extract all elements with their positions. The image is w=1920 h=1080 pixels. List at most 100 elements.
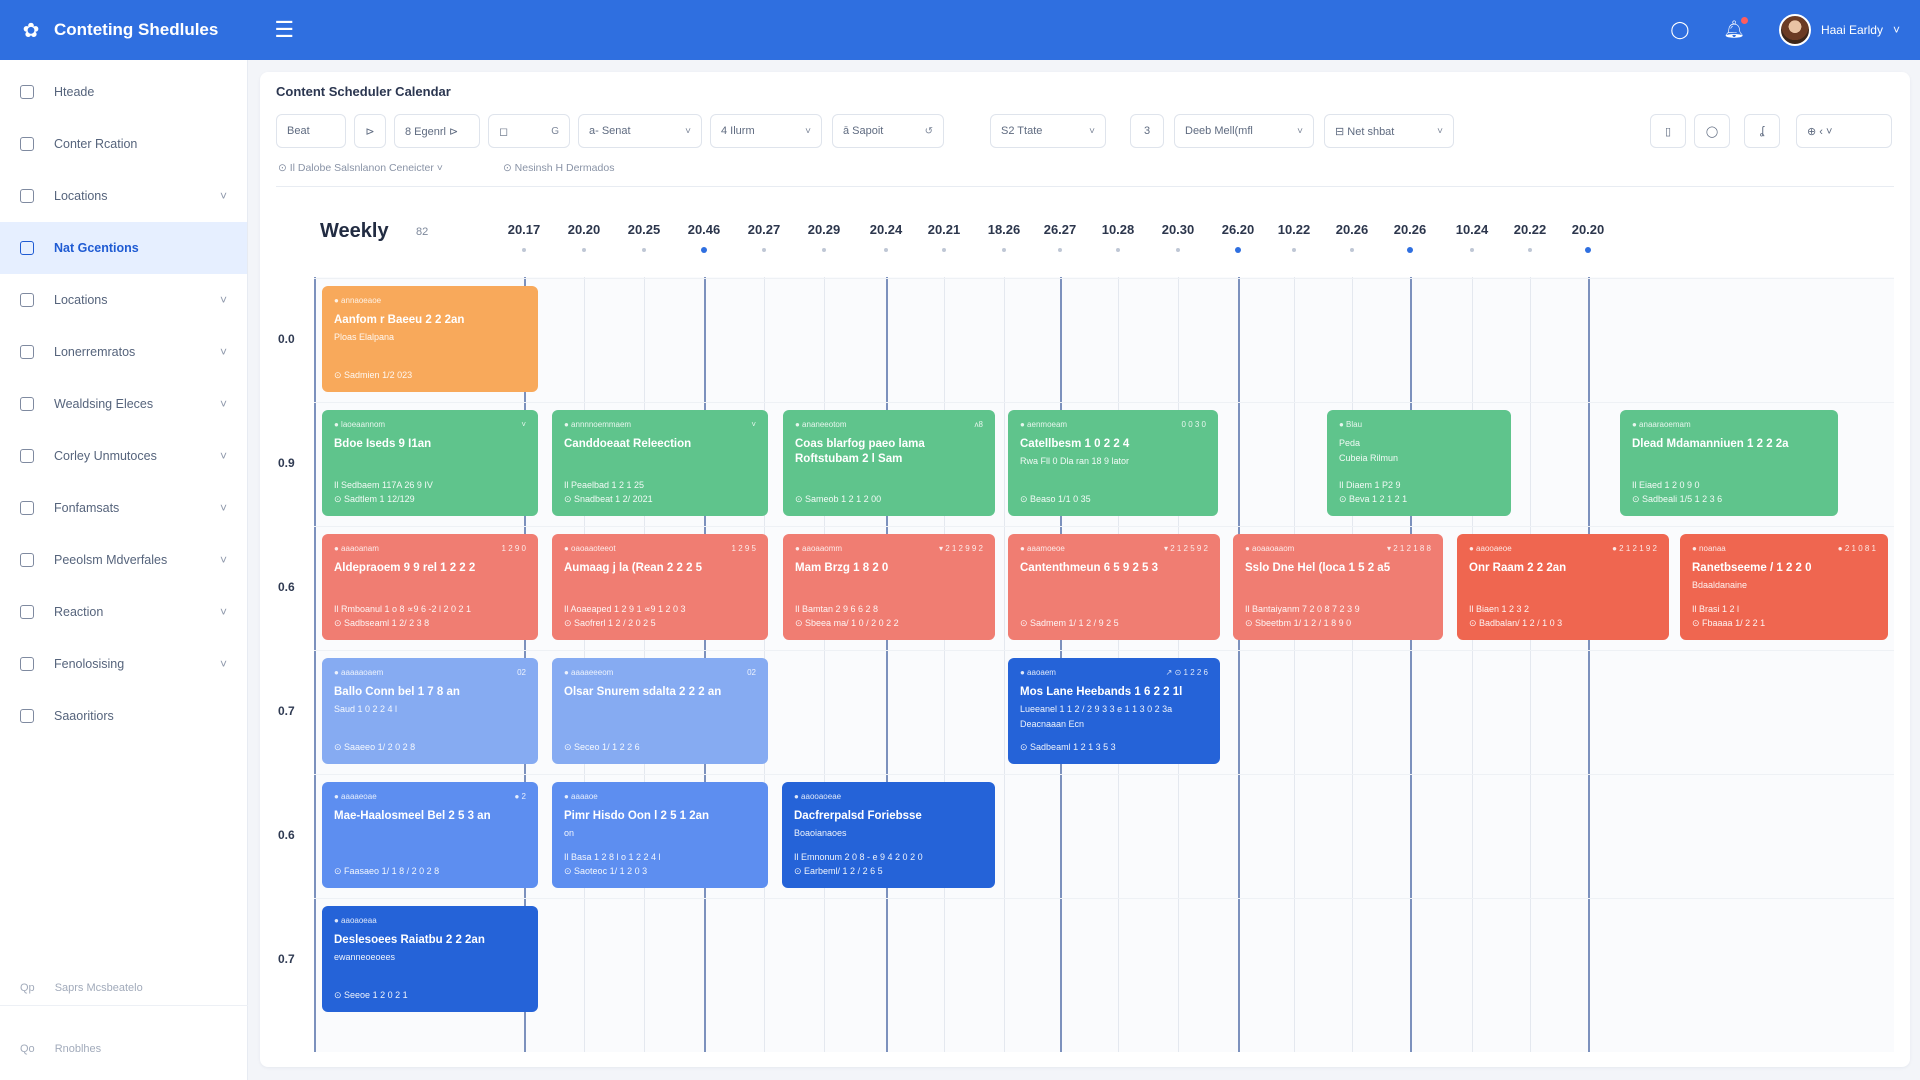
app-logo-icon[interactable]: ✿: [20, 19, 42, 42]
filter-deeb[interactable]: Deeb Mell(mfl ˅: [1174, 114, 1314, 148]
date-header[interactable]: 20.25: [619, 222, 669, 237]
card-meta-2: ⊙ Sadbeaml 1 2 1 3 5 3: [1020, 742, 1116, 752]
filter-net[interactable]: ⊟ Net shbat ˅: [1324, 114, 1454, 148]
event-card[interactable]: ● aaaaaoaem 02 Ballo Conn bel 1 7 8 an Saud…: [322, 658, 538, 764]
date-header[interactable]: 20.26: [1327, 222, 1377, 237]
sidebar-item-icon: [20, 397, 34, 411]
chevron-down-icon[interactable]: ˅: [220, 397, 227, 411]
event-card[interactable]: ● aaooaoeae Dacfrerpalsd Foriebsse Boaoian…: [782, 782, 995, 888]
event-card[interactable]: ● oaoaaoteeot 1 2 9 5 Aumaag j la (Rean 2 …: [552, 534, 768, 640]
event-card[interactable]: ● anaaraoemam Dlead Mdamanniuen 1 2 2 2a I…: [1620, 410, 1838, 516]
sidebar-footer-link-1[interactable]: Qp Saprs Mcsbeatelo: [20, 982, 143, 994]
filter-sapoit[interactable]: ā Sapoit ↺: [832, 114, 944, 148]
filter-play[interactable]: ⊳: [354, 114, 386, 148]
filter-senat[interactable]: a- Senat ˅: [578, 114, 702, 148]
event-card[interactable]: ● aoaaoaaom ▾ 2 1 2 1 8 8 Sslo Dne Hel (lo…: [1233, 534, 1443, 640]
chevron-down-icon[interactable]: ˅: [220, 345, 227, 359]
event-card[interactable]: ● aaamoeoe ▾ 2 1 2 5 9 2 Cantenthmeun 6 5 …: [1008, 534, 1220, 640]
chat-icon[interactable]: ◯: [1670, 20, 1689, 40]
event-card[interactable]: ● Blau Peda Cubeia Rilmun Il Diaem 1 P2 9 ⊙ …: [1327, 410, 1511, 516]
event-card[interactable]: ● annnnoemmaem ˅ Canddoeaat Releection Il P…: [552, 410, 768, 516]
filter-three[interactable]: 3: [1130, 114, 1164, 148]
card-tag-right: ˅: [521, 420, 526, 429]
grid-column-line: [944, 277, 945, 1052]
bell-icon[interactable]: 🔔︎: [1723, 17, 1748, 40]
filter-beat[interactable]: Beat: [276, 114, 346, 148]
event-card[interactable]: ● aenmoeam 0 0 3 0 Catellbesm 1 0 2 2 4 Rwa…: [1008, 410, 1218, 516]
date-header[interactable]: 20.46: [679, 222, 729, 237]
sub-filter-1[interactable]: ⊙ Il Dalobe Salsnlanon Ceneicter ˅: [278, 162, 443, 174]
chevron-down-icon[interactable]: ˅: [1893, 23, 1900, 37]
date-header[interactable]: 20.17: [499, 222, 549, 237]
event-card[interactable]: ● aaoaem ↗ ⊙ 1 2 2 6 Mos Lane Heebands 1 6…: [1008, 658, 1220, 764]
sidebar-item[interactable]: Fonfamsats ˅: [0, 482, 247, 534]
sub-filter-2[interactable]: ⊙ Nesinsh H Dermados: [503, 162, 615, 174]
chevron-down-icon[interactable]: ˅: [220, 657, 227, 671]
filter-date[interactable]: ◻ G: [488, 114, 570, 148]
filter-extra: G: [551, 125, 559, 137]
date-header[interactable]: 20.20: [1563, 222, 1613, 237]
sidebar-footer-link-2[interactable]: Qo Rnoblhes: [20, 1043, 101, 1055]
date-header[interactable]: 10.28: [1093, 222, 1143, 237]
date-header[interactable]: 20.24: [861, 222, 911, 237]
chevron-down-icon[interactable]: ˅: [220, 501, 227, 515]
chevron-down-icon[interactable]: ˅: [220, 189, 227, 203]
export-icon[interactable]: ʆ: [1744, 114, 1780, 148]
sidebar-item-icon: [20, 657, 34, 671]
view-label[interactable]: Weekly: [320, 220, 389, 243]
sidebar-item[interactable]: Conter Rcation: [0, 118, 247, 170]
date-header[interactable]: 10.24: [1447, 222, 1497, 237]
card-title: Pimr Hisdo Oon l 2 5 1 2an: [564, 810, 710, 822]
date-header[interactable]: 20.29: [799, 222, 849, 237]
device-icon[interactable]: ▯: [1650, 114, 1686, 148]
date-header[interactable]: 20.22: [1505, 222, 1555, 237]
date-header[interactable]: 20.27: [739, 222, 789, 237]
hamburger-menu-icon[interactable]: ☰: [274, 17, 294, 43]
filter-ttate[interactable]: S2 Ttate ˅: [990, 114, 1106, 148]
date-indicator-dot: [1528, 248, 1532, 252]
sidebar-item[interactable]: Locations ˅: [0, 274, 247, 326]
sidebar-item[interactable]: Wealdsing Eleces ˅: [0, 378, 247, 430]
date-header[interactable]: 18.26: [979, 222, 1029, 237]
event-card[interactable]: ● aaaaoe Pimr Hisdo Oon l 2 5 1 2an on Il B…: [552, 782, 768, 888]
event-card[interactable]: ● noanaa ● 2 1 0 8 1 Ranetbseeme / 1 2 2 0…: [1680, 534, 1888, 640]
sidebar-item[interactable]: Fenolosising ˅: [0, 638, 247, 690]
date-header[interactable]: 20.26: [1385, 222, 1435, 237]
circle-icon[interactable]: ◯: [1694, 114, 1730, 148]
sidebar-item[interactable]: Reaction ˅: [0, 586, 247, 638]
settings-dropdown[interactable]: ⊕ ‹ ˅: [1796, 114, 1892, 148]
event-card[interactable]: ● aaaoanam 1 2 9 0 Aldepraoem 9 9 rel 1 2 …: [322, 534, 538, 640]
date-header[interactable]: 20.21: [919, 222, 969, 237]
date-header[interactable]: 26.27: [1035, 222, 1085, 237]
date-header[interactable]: 20.30: [1153, 222, 1203, 237]
sidebar-item[interactable]: Hteade: [0, 66, 247, 118]
card-meta: ⊙ Beaso 1/1 0 35: [1020, 492, 1091, 506]
filter-ilurm[interactable]: 4 Ilurm ˅: [710, 114, 822, 148]
sidebar-item[interactable]: Nat Gcentions: [0, 222, 247, 274]
user-menu[interactable]: Haai Earldy ˅: [1778, 14, 1900, 46]
event-card[interactable]: ● aaoaoeaa Deslesoees Raiatbu 2 2 2an ewan…: [322, 906, 538, 1012]
sidebar-item[interactable]: Peeolsm Mdverfales ˅: [0, 534, 247, 586]
date-header[interactable]: 10.22: [1269, 222, 1319, 237]
grid-column-line: [824, 277, 825, 1052]
date-header[interactable]: 20.20: [559, 222, 609, 237]
sidebar-item[interactable]: Corley Unmutoces ˅: [0, 430, 247, 482]
chevron-down-icon[interactable]: ˅: [220, 449, 227, 463]
sidebar-item[interactable]: Saaoritiors: [0, 690, 247, 742]
event-card[interactable]: ● laoeaannom ˅ Bdoe Iseds 9 I1an Il Sedbaem…: [322, 410, 538, 516]
event-card[interactable]: ● ananeeotom ʌ8 Coas blarfog paeo lama Rof…: [783, 410, 995, 516]
row-label: 0.6: [278, 828, 295, 842]
filter-general[interactable]: 8 Egenrl ⊳: [394, 114, 480, 148]
event-card[interactable]: ● aaaaeoae ● 2 Mae-Haalosmeel Bel 2 5 3 an…: [322, 782, 538, 888]
event-card[interactable]: ● annaoeaoe Aanfom r Baeeu 2 2 2an Ploas E…: [322, 286, 538, 392]
sidebar-item[interactable]: Locations ˅: [0, 170, 247, 222]
event-card[interactable]: ● aaoaaomm ▾ 2 1 2 9 9 2 Mam Brzg 1 8 2 0 I…: [783, 534, 995, 640]
event-card[interactable]: ● aaaaeeeom 02 Olsar Snurem sdalta 2 2 2 a…: [552, 658, 768, 764]
chevron-down-icon[interactable]: ˅: [220, 293, 227, 307]
chevron-down-icon[interactable]: ˅: [220, 553, 227, 567]
sidebar-item[interactable]: Lonerremratos ˅: [0, 326, 247, 378]
date-header[interactable]: 26.20: [1213, 222, 1263, 237]
event-card[interactable]: ● aaooaeoe ● 2 1 2 1 9 2 Onr Raam 2 2 2an I…: [1457, 534, 1669, 640]
avatar[interactable]: [1778, 14, 1811, 46]
chevron-down-icon[interactable]: ˅: [220, 605, 227, 619]
